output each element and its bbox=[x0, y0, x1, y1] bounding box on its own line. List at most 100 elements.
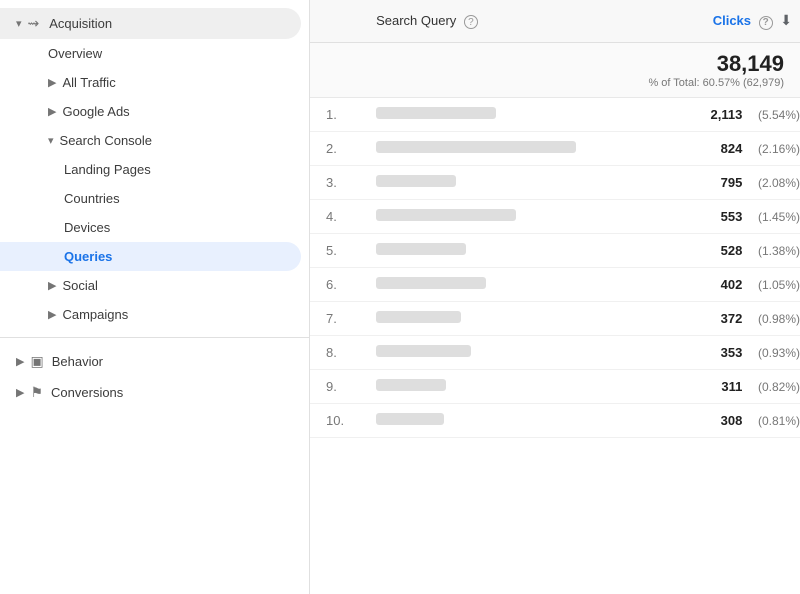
pct-value: (0.81%) bbox=[758, 414, 800, 428]
acquisition-arrow: ▾ bbox=[16, 17, 22, 30]
table-row: 8. 353 (0.93%) bbox=[310, 335, 800, 369]
query-cell bbox=[360, 131, 620, 165]
pct-value: (5.54%) bbox=[758, 108, 800, 122]
clicks-value: 308 bbox=[721, 413, 751, 428]
blurred-query bbox=[376, 175, 456, 187]
col-query-label: Search Query bbox=[376, 13, 456, 28]
behavior-icon: ▣ bbox=[30, 353, 43, 370]
clicks-value: 824 bbox=[721, 141, 751, 156]
pct-value: (0.93%) bbox=[758, 346, 800, 360]
table-row: 9. 311 (0.82%) bbox=[310, 369, 800, 403]
clicks-value: 353 bbox=[721, 345, 751, 360]
google-ads-arrow: ▶ bbox=[48, 105, 56, 118]
table-row: 5. 528 (1.38%) bbox=[310, 233, 800, 267]
sidebar-item-all-traffic[interactable]: ▶ All Traffic bbox=[0, 68, 309, 97]
blurred-query bbox=[376, 379, 446, 391]
sidebar: ▾ ⇝ Acquisition Overview ▶ All Traffic ▶… bbox=[0, 0, 310, 594]
sidebar-item-devices[interactable]: Devices bbox=[0, 213, 309, 242]
sidebar-item-queries[interactable]: Queries bbox=[0, 242, 301, 271]
query-cell bbox=[360, 233, 620, 267]
clicks-value: 402 bbox=[721, 277, 751, 292]
clicks-value: 528 bbox=[721, 243, 751, 258]
query-cell bbox=[360, 335, 620, 369]
blurred-query bbox=[376, 141, 576, 153]
query-cell bbox=[360, 165, 620, 199]
clicks-value: 2,113 bbox=[711, 107, 751, 122]
clicks-value-cell: 824 (2.16%) bbox=[620, 131, 800, 165]
sidebar-item-landing-pages[interactable]: Landing Pages bbox=[0, 155, 309, 184]
table-row: 7. 372 (0.98%) bbox=[310, 301, 800, 335]
all-traffic-arrow: ▶ bbox=[48, 76, 56, 89]
table-row: 4. 553 (1.45%) bbox=[310, 199, 800, 233]
sidebar-item-label: Queries bbox=[64, 249, 112, 264]
clicks-value-cell: 372 (0.98%) bbox=[620, 301, 800, 335]
query-cell bbox=[360, 97, 620, 131]
sidebar-item-campaigns[interactable]: ▶ Campaigns bbox=[0, 300, 309, 329]
row-number: 5. bbox=[310, 233, 360, 267]
clicks-value-cell: 353 (0.93%) bbox=[620, 335, 800, 369]
data-table-container: Search Query ? Clicks ? ⬇ 38,1 bbox=[310, 0, 800, 594]
conversions-arrow: ▶ bbox=[16, 386, 24, 399]
pct-value: (1.38%) bbox=[758, 244, 800, 258]
sidebar-item-label: All Traffic bbox=[62, 75, 115, 90]
clicks-value-cell: 402 (1.05%) bbox=[620, 267, 800, 301]
totals-percent: % of Total: 60.57% (62,979) bbox=[636, 77, 784, 89]
query-cell bbox=[360, 199, 620, 233]
sidebar-item-conversions[interactable]: ▶ ⚑ Conversions bbox=[0, 377, 309, 408]
sidebar-item-label: Acquisition bbox=[49, 16, 112, 31]
blurred-query bbox=[376, 413, 444, 425]
clicks-value: 311 bbox=[721, 379, 750, 394]
query-cell bbox=[360, 301, 620, 335]
sidebar-item-label: Devices bbox=[64, 220, 110, 235]
behavior-arrow: ▶ bbox=[16, 355, 24, 368]
sidebar-item-label: Countries bbox=[64, 191, 120, 206]
table-row: 6. 402 (1.05%) bbox=[310, 267, 800, 301]
conversions-icon: ⚑ bbox=[30, 384, 43, 401]
row-number: 9. bbox=[310, 369, 360, 403]
pct-value: (0.98%) bbox=[758, 312, 800, 326]
pct-value: (2.08%) bbox=[758, 176, 800, 190]
sidebar-item-countries[interactable]: Countries bbox=[0, 184, 309, 213]
sidebar-item-acquisition[interactable]: ▾ ⇝ Acquisition bbox=[0, 8, 301, 39]
sidebar-item-label: Social bbox=[62, 278, 97, 293]
sidebar-item-social[interactable]: ▶ Social bbox=[0, 271, 309, 300]
clicks-value-cell: 528 (1.38%) bbox=[620, 233, 800, 267]
clicks-value: 795 bbox=[721, 175, 751, 190]
row-number: 7. bbox=[310, 301, 360, 335]
blurred-query bbox=[376, 345, 471, 357]
table-row: 1. 2,113 (5.54%) bbox=[310, 97, 800, 131]
pct-value: (2.16%) bbox=[758, 142, 800, 156]
sidebar-item-label: Conversions bbox=[51, 385, 123, 400]
blurred-query bbox=[376, 243, 466, 255]
clicks-help-icon[interactable]: ? bbox=[759, 16, 773, 30]
clicks-value-cell: 311 (0.82%) bbox=[620, 369, 800, 403]
social-arrow: ▶ bbox=[48, 279, 56, 292]
pct-value: (1.45%) bbox=[758, 210, 800, 224]
col-clicks-label: Clicks bbox=[713, 13, 751, 28]
row-number: 8. bbox=[310, 335, 360, 369]
acquisition-icon: ⇝ bbox=[28, 15, 40, 32]
table-row: 10. 308 (0.81%) bbox=[310, 403, 800, 437]
sidebar-item-label: Overview bbox=[48, 46, 102, 61]
campaigns-arrow: ▶ bbox=[48, 308, 56, 321]
blurred-query bbox=[376, 311, 461, 323]
pct-value: (1.05%) bbox=[758, 278, 800, 292]
row-number: 1. bbox=[310, 97, 360, 131]
row-number: 6. bbox=[310, 267, 360, 301]
blurred-query bbox=[376, 107, 496, 119]
blurred-query bbox=[376, 209, 516, 221]
totals-number: 38,149 bbox=[636, 51, 784, 77]
clicks-value-cell: 553 (1.45%) bbox=[620, 199, 800, 233]
sidebar-item-label: Behavior bbox=[52, 354, 103, 369]
sidebar-item-search-console[interactable]: ▾ Search Console bbox=[0, 126, 309, 155]
row-number: 2. bbox=[310, 131, 360, 165]
col-num-header bbox=[310, 0, 360, 42]
sidebar-item-label: Landing Pages bbox=[64, 162, 151, 177]
clicks-value-cell: 795 (2.08%) bbox=[620, 165, 800, 199]
query-help-icon[interactable]: ? bbox=[464, 15, 478, 29]
sort-button[interactable]: ⬇ bbox=[780, 12, 792, 29]
row-number: 4. bbox=[310, 199, 360, 233]
sidebar-item-behavior[interactable]: ▶ ▣ Behavior bbox=[0, 346, 309, 377]
sidebar-item-google-ads[interactable]: ▶ Google Ads bbox=[0, 97, 309, 126]
sidebar-item-overview[interactable]: Overview bbox=[0, 39, 309, 68]
